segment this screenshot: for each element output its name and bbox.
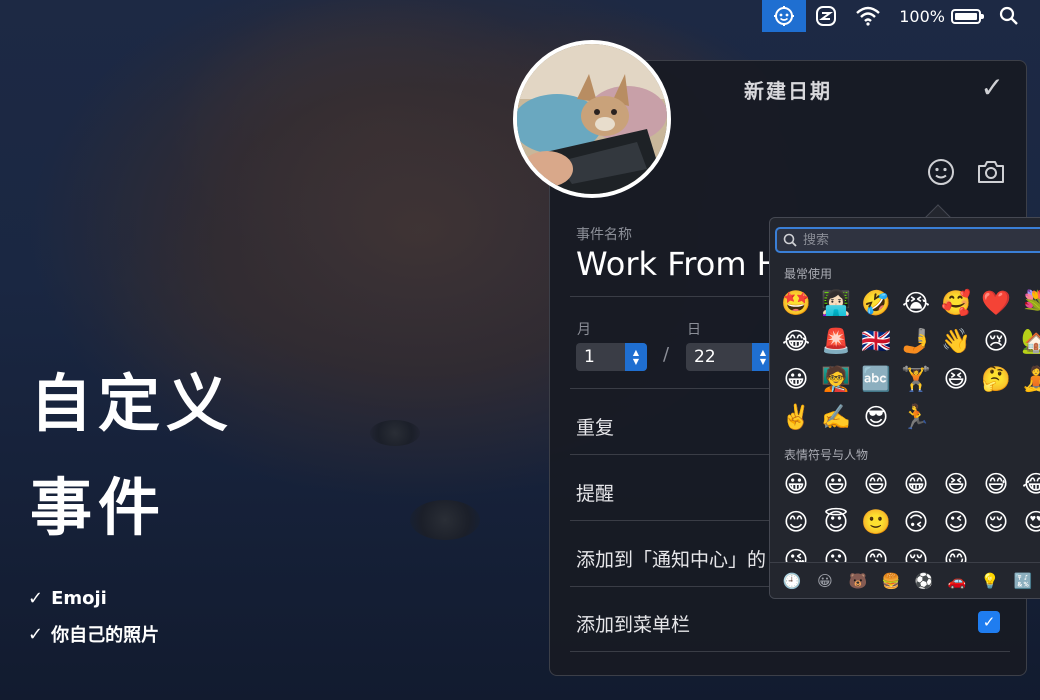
emoji-cell[interactable]: 🤩 <box>776 284 816 322</box>
emoji-cell[interactable]: ✌️ <box>776 398 816 436</box>
battery-status[interactable]: 100% <box>890 0 990 32</box>
travel-tab-icon[interactable]: 🚗 <box>945 569 969 593</box>
emoji-cell[interactable]: 😀 <box>776 360 816 398</box>
emoji-cell[interactable]: 🚨 <box>816 322 856 360</box>
event-photo-avatar[interactable] <box>513 40 671 198</box>
battery-icon <box>951 8 984 24</box>
animals-tab-icon[interactable]: 🐻 <box>846 569 870 593</box>
symbols-tab-icon[interactable]: 🔣 <box>1011 569 1035 593</box>
emoji-cell[interactable]: 🇬🇧 <box>856 322 896 360</box>
event-name-label: 事件名称 <box>576 227 632 243</box>
emoji-cell[interactable]: 😊 <box>776 503 816 541</box>
emoji-cell[interactable]: 😍 <box>1016 503 1040 541</box>
emoji-search-field[interactable] <box>775 227 1040 253</box>
event-name-field[interactable]: Work From H <box>576 245 781 283</box>
emoji-cell[interactable]: 😇 <box>816 503 856 541</box>
reminder-row[interactable]: 提醒 <box>576 479 614 506</box>
emoji-cell[interactable]: 🤣 <box>856 284 896 322</box>
wallpaper-rock <box>410 500 480 540</box>
emoji-cell[interactable]: 😅 <box>976 465 1016 503</box>
emoji-cell[interactable]: 😃 <box>816 465 856 503</box>
smileys-tab-icon[interactable]: 😀 <box>813 569 837 593</box>
feature-item: ✓ Emoji <box>28 588 107 609</box>
emoji-cell[interactable]: 🧑‍🏫 <box>816 360 856 398</box>
emoji-cell[interactable]: 😆 <box>936 360 976 398</box>
stepper-arrows-icon[interactable]: ▲ ▼ <box>625 343 647 371</box>
battery-percent: 100% <box>899 6 945 26</box>
frequent-emoji-grid: 🤩👩🏻‍💻🤣😭🥰❤️💐🤯😂🚨🇬🇧🤳👋😢🏡1️⃣😀🧑‍🏫🔤🏋️😆🤔🧘💪✌️✍️😎🏃 <box>776 284 1040 436</box>
wallpaper-rock <box>370 420 420 446</box>
emoji-cell[interactable]: 😂 <box>1016 465 1040 503</box>
repeat-row[interactable]: 重复 <box>576 413 614 440</box>
emoji-category-tabs: 🕘 😀 🐻 🍔 ⚽ 🚗 💡 🔣 <box>770 562 1040 598</box>
menu-bar: 100% <box>0 0 1040 32</box>
emoji-cell[interactable]: 😆 <box>936 465 976 503</box>
day-stepper[interactable]: 22 ▲ ▼ <box>686 343 774 371</box>
smileys-section-title: 表情符号与人物 <box>784 448 869 462</box>
check-icon: ✓ <box>28 623 44 645</box>
emoji-cell[interactable]: 🤳 <box>896 322 936 360</box>
emoji-picker-icon[interactable] <box>926 157 956 187</box>
emoji-cell[interactable]: 🙂 <box>856 503 896 541</box>
emoji-cell[interactable]: 😉 <box>936 503 976 541</box>
emoji-cell[interactable]: ✍️ <box>816 398 856 436</box>
emoji-cell[interactable]: 🧘 <box>1016 360 1040 398</box>
emoji-cell[interactable]: 😀 <box>776 465 816 503</box>
divider <box>570 651 1010 652</box>
emoji-cell[interactable]: 🤔 <box>976 360 1016 398</box>
add-to-menubar-row: 添加到菜单栏 <box>576 614 691 636</box>
emoji-cell[interactable]: 🥰 <box>936 284 976 322</box>
emoji-cell[interactable]: 🏡 <box>1016 322 1040 360</box>
add-to-menubar-checkbox[interactable]: ✓ <box>978 611 1000 633</box>
emoji-cell[interactable]: 😁 <box>896 465 936 503</box>
confirm-button[interactable]: ✓ <box>981 71 1004 104</box>
emoji-cell[interactable]: 👩🏻‍💻 <box>816 284 856 322</box>
emoji-cell[interactable]: 💐 <box>1016 284 1040 322</box>
check-icon: ✓ <box>28 588 44 609</box>
activity-tab-icon[interactable]: ⚽ <box>912 569 936 593</box>
emoji-search-input[interactable] <box>803 232 1023 248</box>
camera-icon[interactable] <box>976 157 1006 187</box>
quick-action-icon[interactable] <box>806 0 846 32</box>
objects-tab-icon[interactable]: 💡 <box>978 569 1002 593</box>
feature-label: Emoji <box>51 588 107 609</box>
month-label: 月 <box>577 322 591 338</box>
date-separator: / <box>663 344 670 365</box>
day-label: 日 <box>687 322 701 338</box>
frequent-section-title: 最常使用 <box>784 267 833 281</box>
emoji-cell[interactable]: 😂 <box>776 322 816 360</box>
feature-label: 你自己的照片 <box>51 625 160 646</box>
emoji-cell[interactable]: 😭 <box>896 284 936 322</box>
emoji-cell[interactable]: 👋 <box>936 322 976 360</box>
search-icon <box>783 233 797 247</box>
food-tab-icon[interactable]: 🍔 <box>879 569 903 593</box>
emoji-cell[interactable]: 🔤 <box>856 360 896 398</box>
emoji-cell[interactable]: 😌 <box>976 503 1016 541</box>
emoji-cell[interactable]: 😎 <box>856 398 896 436</box>
emoji-cell[interactable]: 🏋️ <box>896 360 936 398</box>
notification-center-row[interactable]: 添加到「通知中心」的 <box>576 545 766 572</box>
feature-item: ✓ 你自己的照片 <box>28 621 159 647</box>
spotlight-search-icon[interactable] <box>990 0 1028 32</box>
emoji-cell[interactable]: 🏃 <box>896 398 936 436</box>
recent-tab-icon[interactable]: 🕘 <box>780 569 804 593</box>
calendar-event-icon[interactable] <box>762 0 807 32</box>
dog-photo <box>517 44 667 194</box>
emoji-cell[interactable]: 😢 <box>976 322 1016 360</box>
emoji-cell[interactable]: 😄 <box>856 465 896 503</box>
month-stepper[interactable]: 1 ▲ ▼ <box>576 343 647 371</box>
wifi-icon[interactable] <box>846 0 890 32</box>
emoji-picker: 最常使用 🤩👩🏻‍💻🤣😭🥰❤️💐🤯😂🚨🇬🇧🤳👋😢🏡1️⃣😀🧑‍🏫🔤🏋️😆🤔🧘💪✌… <box>769 217 1040 599</box>
headline-line-2: 事件 <box>30 471 167 544</box>
emoji-cell[interactable]: ❤️ <box>976 284 1016 322</box>
day-value: 22 <box>694 347 716 367</box>
emoji-cell[interactable]: 🙃 <box>896 503 936 541</box>
headline-line-1: 自定义 <box>30 367 235 440</box>
month-value: 1 <box>584 347 595 367</box>
